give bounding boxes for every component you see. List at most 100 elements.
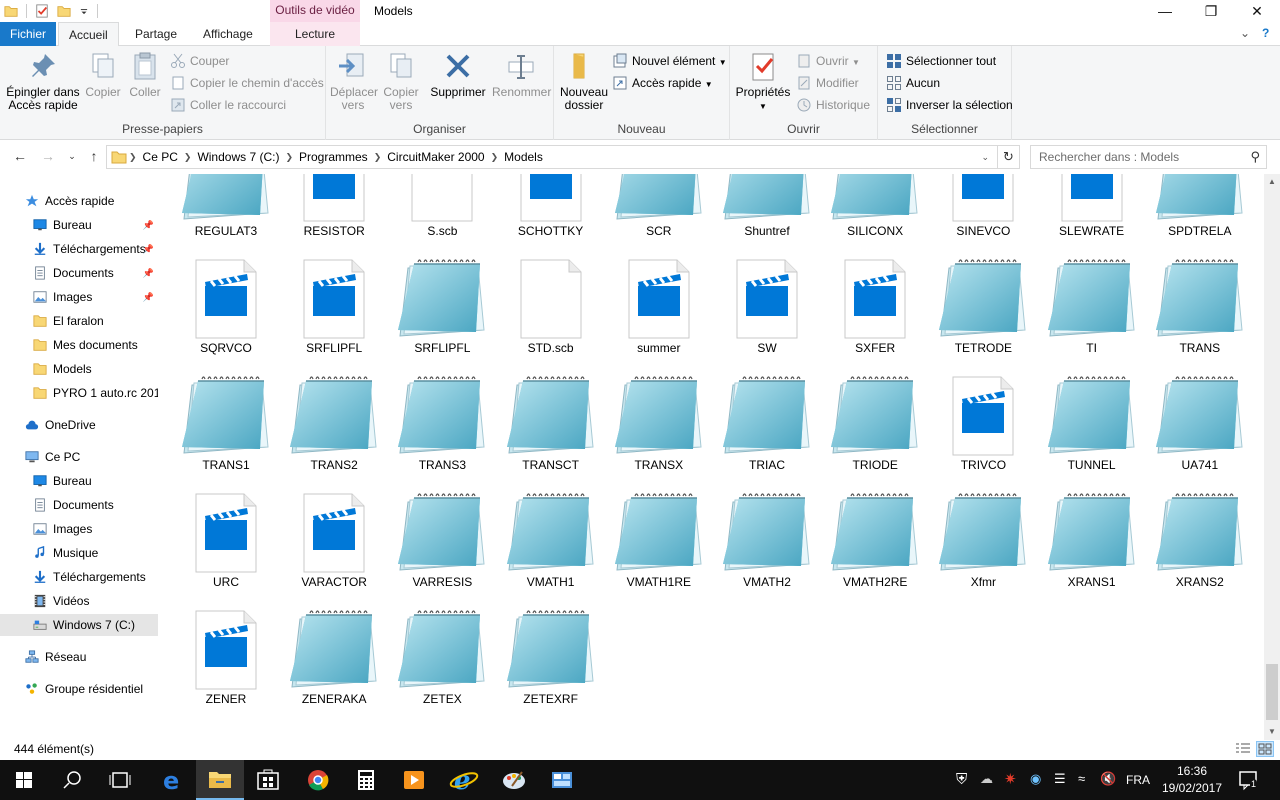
address-bar[interactable]: ❯ Ce PC ❯ Windows 7 (C:) ❯ Programmes ❯ …: [106, 145, 998, 169]
language-indicator[interactable]: FRA: [1126, 773, 1150, 787]
sidebar-item[interactable]: Vidéos: [0, 590, 158, 612]
breadcrumb-circuitmaker[interactable]: CircuitMaker 2000: [383, 150, 488, 164]
antivirus-icon[interactable]: ✷: [1004, 770, 1017, 788]
new-item-button[interactable]: Nouvel élément ▼: [612, 51, 727, 71]
breadcrumb-separator-icon[interactable]: ❯: [283, 152, 295, 163]
scroll-thumb[interactable]: [1266, 664, 1278, 720]
volume-muted-icon[interactable]: 🔇: [1100, 771, 1116, 787]
file-item[interactable]: SXFER: [821, 258, 929, 375]
search-input[interactable]: Rechercher dans : Models ⚲: [1030, 145, 1267, 169]
sidebar-item[interactable]: Réseau: [0, 646, 158, 668]
file-item[interactable]: TRIAC: [713, 375, 821, 492]
file-item[interactable]: XRANS2: [1146, 492, 1254, 609]
file-item[interactable]: TRANSX: [605, 375, 713, 492]
taskbar-calculator[interactable]: [342, 760, 390, 800]
file-list[interactable]: REGULAT3 RESISTOR S.scb SCHOTTKY SCR Shu…: [158, 174, 1264, 740]
file-item[interactable]: ZETEXRF: [497, 609, 605, 726]
cut-button[interactable]: Couper: [170, 51, 229, 71]
sidebar-item[interactable]: Documents: [0, 494, 158, 516]
maximize-button[interactable]: ❐: [1188, 0, 1234, 22]
address-history-chevron-icon[interactable]: ⌄: [981, 152, 989, 163]
back-button[interactable]: ←: [10, 148, 30, 164]
network-icon[interactable]: ☰: [1054, 771, 1066, 787]
details-view-button[interactable]: [1234, 741, 1252, 757]
file-item[interactable]: TRANS: [1146, 258, 1254, 375]
copy-button[interactable]: Copier: [84, 50, 122, 99]
file-item[interactable]: TRANS1: [172, 375, 280, 492]
file-item[interactable]: SQRVCO: [172, 258, 280, 375]
security-center-icon[interactable]: ◉: [1030, 771, 1041, 787]
file-item[interactable]: TETRODE: [929, 258, 1037, 375]
vertical-scrollbar[interactable]: ▲ ▼: [1264, 174, 1280, 740]
sidebar-item[interactable]: Documents 📌: [0, 262, 158, 284]
sidebar-item[interactable]: Bureau: [0, 470, 158, 492]
shield-icon[interactable]: ⛨: [956, 771, 967, 788]
edit-button[interactable]: Modifier: [796, 73, 859, 93]
new-folder-icon[interactable]: [57, 4, 71, 18]
sidebar-item[interactable]: Models: [0, 358, 158, 380]
pin-quick-access-button[interactable]: Épingler dans Accès rapide: [4, 50, 82, 112]
file-item[interactable]: TI: [1038, 258, 1146, 375]
taskbar-internet-explorer[interactable]: e: [440, 760, 488, 800]
tab-share[interactable]: Partage: [125, 22, 187, 46]
file-item[interactable]: TRANSCT: [497, 375, 605, 492]
file-item[interactable]: VARACTOR: [280, 492, 388, 609]
tab-home[interactable]: Accueil: [58, 22, 119, 47]
refresh-button[interactable]: ↻: [998, 145, 1020, 169]
forward-button[interactable]: →: [38, 148, 58, 164]
file-item[interactable]: TUNNEL: [1038, 375, 1146, 492]
file-item[interactable]: REGULAT3: [172, 174, 280, 258]
file-item[interactable]: UA741: [1146, 375, 1254, 492]
taskbar-media-player[interactable]: [390, 760, 438, 800]
sidebar-item[interactable]: Windows 7 (C:): [0, 614, 158, 636]
breadcrumb-models[interactable]: Models: [500, 150, 547, 164]
file-item[interactable]: URC: [172, 492, 280, 609]
file-item[interactable]: SPDTRELA: [1146, 174, 1254, 258]
minimize-button[interactable]: —: [1142, 0, 1188, 22]
taskbar-chrome[interactable]: [294, 760, 342, 800]
file-item[interactable]: SRFLIPFL: [388, 258, 496, 375]
sidebar-item[interactable]: Téléchargements: [0, 566, 158, 588]
sidebar-item[interactable]: Images: [0, 518, 158, 540]
file-item[interactable]: summer: [605, 258, 713, 375]
file-item[interactable]: Shuntref: [713, 174, 821, 258]
taskbar-control-panel[interactable]: [538, 760, 586, 800]
file-item[interactable]: SLEWRATE: [1038, 174, 1146, 258]
new-folder-button[interactable]: Nouveau dossier: [558, 50, 610, 112]
file-item[interactable]: SCHOTTKY: [497, 174, 605, 258]
file-item[interactable]: STD.scb: [497, 258, 605, 375]
sidebar-item[interactable]: Accès rapide: [0, 190, 158, 212]
file-item[interactable]: VMATH2: [713, 492, 821, 609]
file-item[interactable]: S.scb: [388, 174, 496, 258]
file-item[interactable]: TRANS3: [388, 375, 496, 492]
file-item[interactable]: VMATH2RE: [821, 492, 929, 609]
file-item[interactable]: ZENER: [172, 609, 280, 726]
taskbar-store[interactable]: [244, 760, 292, 800]
select-none-button[interactable]: Aucun: [886, 73, 940, 93]
copy-to-button[interactable]: Copier vers: [378, 50, 424, 112]
sidebar-item[interactable]: Musique: [0, 542, 158, 564]
easy-access-button[interactable]: Accès rapide ▼: [612, 73, 713, 93]
large-icons-view-button[interactable]: [1256, 741, 1274, 757]
onedrive-cloud-icon[interactable]: ☁: [980, 771, 993, 787]
breadcrumb-separator-icon[interactable]: ❯: [182, 152, 194, 163]
close-button[interactable]: ✕: [1234, 0, 1280, 22]
file-item[interactable]: SCR: [605, 174, 713, 258]
taskbar-edge[interactable]: e: [148, 760, 196, 800]
file-item[interactable]: SINEVCO: [929, 174, 1037, 258]
sidebar-item[interactable]: Groupe résidentiel: [0, 678, 158, 700]
tab-play[interactable]: Lecture: [270, 22, 360, 46]
customize-qat-icon[interactable]: [79, 4, 89, 18]
properties-check-icon[interactable]: [35, 4, 49, 18]
scroll-up-icon[interactable]: ▲: [1264, 174, 1280, 190]
clock[interactable]: 16:36 19/02/2017: [1160, 763, 1224, 797]
breadcrumb-this-pc[interactable]: Ce PC: [139, 150, 182, 164]
select-all-button[interactable]: Sélectionner tout: [886, 51, 996, 71]
invert-selection-button[interactable]: Inverser la sélection: [886, 95, 1013, 115]
search-button[interactable]: [48, 760, 96, 800]
taskbar-file-explorer[interactable]: [196, 760, 244, 800]
file-item[interactable]: ZENERAKA: [280, 609, 388, 726]
scroll-down-icon[interactable]: ▼: [1264, 724, 1280, 740]
copy-path-button[interactable]: Copier le chemin d'accès: [170, 73, 324, 93]
file-item[interactable]: ZETEX: [388, 609, 496, 726]
